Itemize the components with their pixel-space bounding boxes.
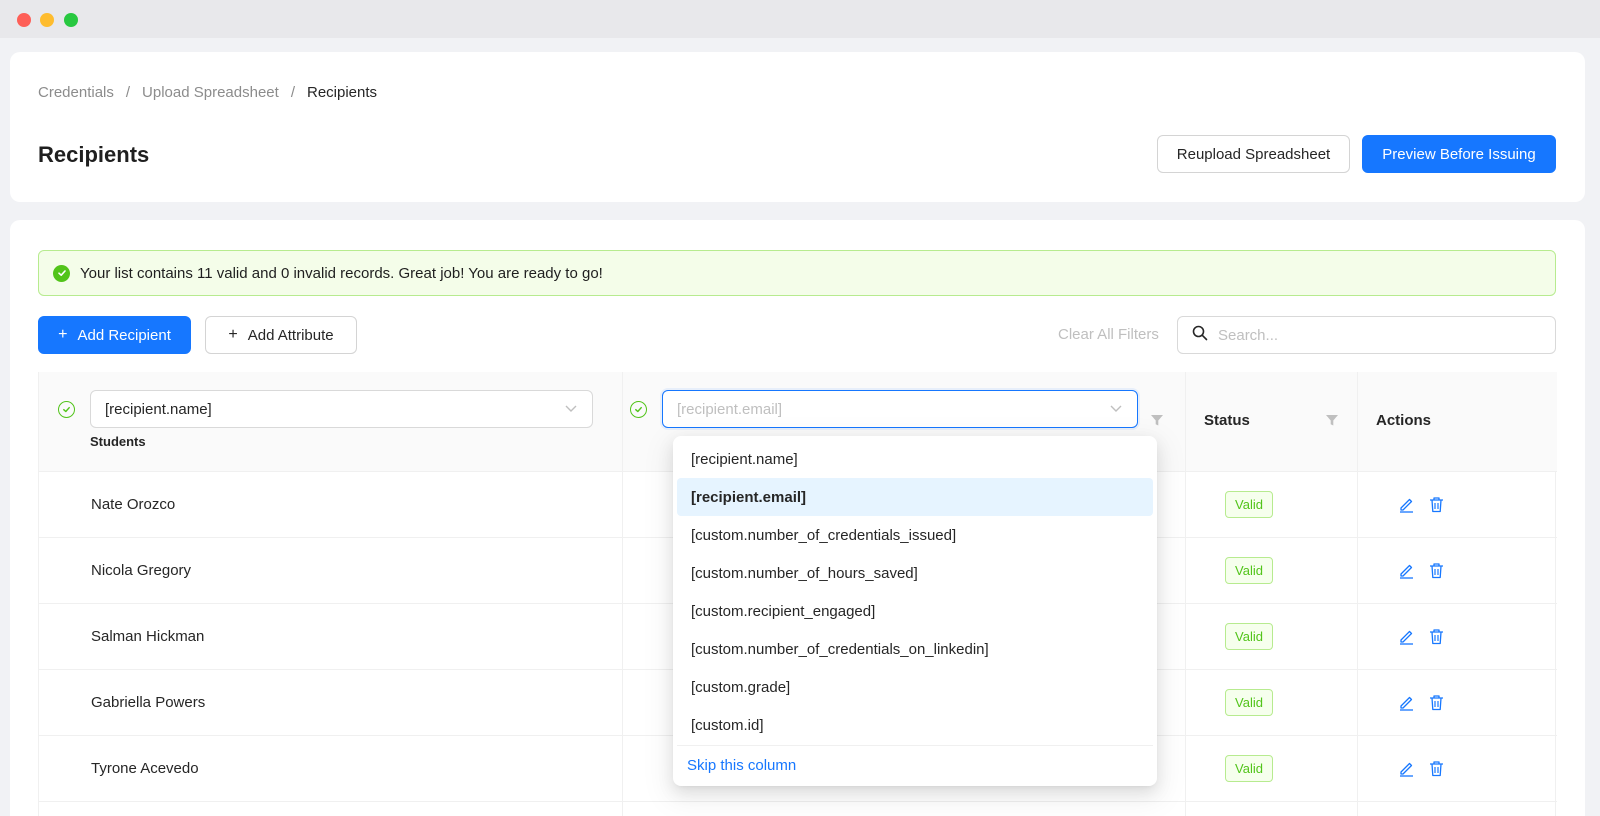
- status-badge: Valid: [1225, 623, 1273, 650]
- breadcrumb: Credentials / Upload Spreadsheet / Recip…: [38, 84, 377, 101]
- plus-icon: +: [58, 326, 68, 343]
- skip-column-link[interactable]: Skip this column: [677, 746, 1153, 784]
- edit-icon[interactable]: [1398, 496, 1415, 513]
- recipient-name: Salman Hickman: [91, 628, 205, 645]
- dropdown-option[interactable]: [custom.number_of_credentials_on_linkedi…: [677, 630, 1153, 668]
- add-attribute-button[interactable]: + Add Attribute: [205, 316, 357, 354]
- filter-icon[interactable]: [1150, 413, 1164, 427]
- status-badge: Valid: [1225, 491, 1273, 518]
- add-recipient-label: Add Recipient: [77, 326, 171, 344]
- close-window-button[interactable]: [17, 13, 31, 27]
- success-alert: Your list contains 11 valid and 0 invali…: [38, 250, 1556, 296]
- header-card: Credentials / Upload Spreadsheet / Recip…: [10, 52, 1585, 202]
- search-input[interactable]: Search...: [1177, 316, 1556, 354]
- breadcrumb-upload-spreadsheet[interactable]: Upload Spreadsheet: [142, 84, 279, 101]
- dropdown-option[interactable]: [custom.number_of_credentials_issued]: [677, 516, 1153, 554]
- dropdown-option[interactable]: [custom.number_of_hours_saved]: [677, 554, 1153, 592]
- delete-icon[interactable]: [1428, 496, 1445, 513]
- recipient-name: Nicola Gregory: [91, 562, 192, 579]
- column-mapped-check-icon: [58, 401, 75, 418]
- edit-icon[interactable]: [1398, 628, 1415, 645]
- column-mapping-select-name[interactable]: [recipient.name]: [90, 390, 593, 428]
- dropdown-option[interactable]: [recipient.name]: [677, 440, 1153, 478]
- plus-icon: +: [228, 326, 238, 343]
- edit-icon[interactable]: [1398, 694, 1415, 711]
- dropdown-option[interactable]: [custom.grade]: [677, 668, 1153, 706]
- chevron-down-icon: [565, 405, 577, 412]
- recipient-name: Tyrone Acevedo: [91, 760, 199, 777]
- zoom-window-button[interactable]: [64, 13, 78, 27]
- delete-icon[interactable]: [1428, 562, 1445, 579]
- column-mapping-value: [recipient.name]: [105, 400, 212, 418]
- recipient-name: Nate Orozco: [91, 496, 176, 513]
- reupload-spreadsheet-button[interactable]: Reupload Spreadsheet: [1157, 135, 1350, 173]
- actions-column-header: Actions: [1376, 412, 1432, 429]
- status-badge: Valid: [1225, 557, 1273, 584]
- window-titlebar: [0, 0, 1600, 38]
- column-mapping-placeholder: [recipient.email]: [677, 400, 783, 418]
- dropdown-option-selected[interactable]: [recipient.email]: [677, 478, 1153, 516]
- status-badge: Valid: [1225, 755, 1273, 782]
- delete-icon[interactable]: [1428, 760, 1445, 777]
- edit-icon[interactable]: [1398, 760, 1415, 777]
- add-recipient-button[interactable]: + Add Recipient: [38, 316, 191, 354]
- breadcrumb-separator: /: [125, 84, 131, 101]
- delete-icon[interactable]: [1428, 694, 1445, 711]
- recipient-name: Gabriella Powers: [91, 694, 206, 711]
- clear-all-filters-link[interactable]: Clear All Filters: [1058, 326, 1159, 343]
- delete-icon[interactable]: [1428, 628, 1445, 645]
- filter-icon[interactable]: [1325, 413, 1339, 427]
- search-icon: [1192, 325, 1208, 345]
- column-source-label: Students: [90, 434, 146, 449]
- search-placeholder: Search...: [1218, 326, 1279, 344]
- preview-before-issuing-button[interactable]: Preview Before Issuing: [1362, 135, 1556, 173]
- column-mapped-check-icon: [630, 401, 647, 418]
- edit-icon[interactable]: [1398, 562, 1415, 579]
- dropdown-option[interactable]: [custom.recipient_engaged]: [677, 592, 1153, 630]
- breadcrumb-credentials[interactable]: Credentials: [38, 84, 114, 101]
- breadcrumb-recipients: Recipients: [306, 84, 378, 101]
- add-attribute-label: Add Attribute: [247, 326, 334, 344]
- minimize-window-button[interactable]: [40, 13, 54, 27]
- chevron-down-icon: [1110, 405, 1122, 412]
- status-column-header: Status: [1204, 412, 1250, 429]
- status-badge: Valid: [1225, 689, 1273, 716]
- column-mapping-select-email[interactable]: [recipient.email]: [662, 390, 1138, 428]
- breadcrumb-separator: /: [290, 84, 295, 101]
- column-mapping-dropdown: [recipient.name] [recipient.email] [cust…: [673, 436, 1157, 786]
- check-circle-icon: [53, 264, 70, 282]
- alert-message: Your list contains 11 valid and 0 invali…: [80, 264, 603, 282]
- page-title: Recipients: [38, 142, 150, 167]
- dropdown-option[interactable]: [custom.id]: [677, 706, 1153, 744]
